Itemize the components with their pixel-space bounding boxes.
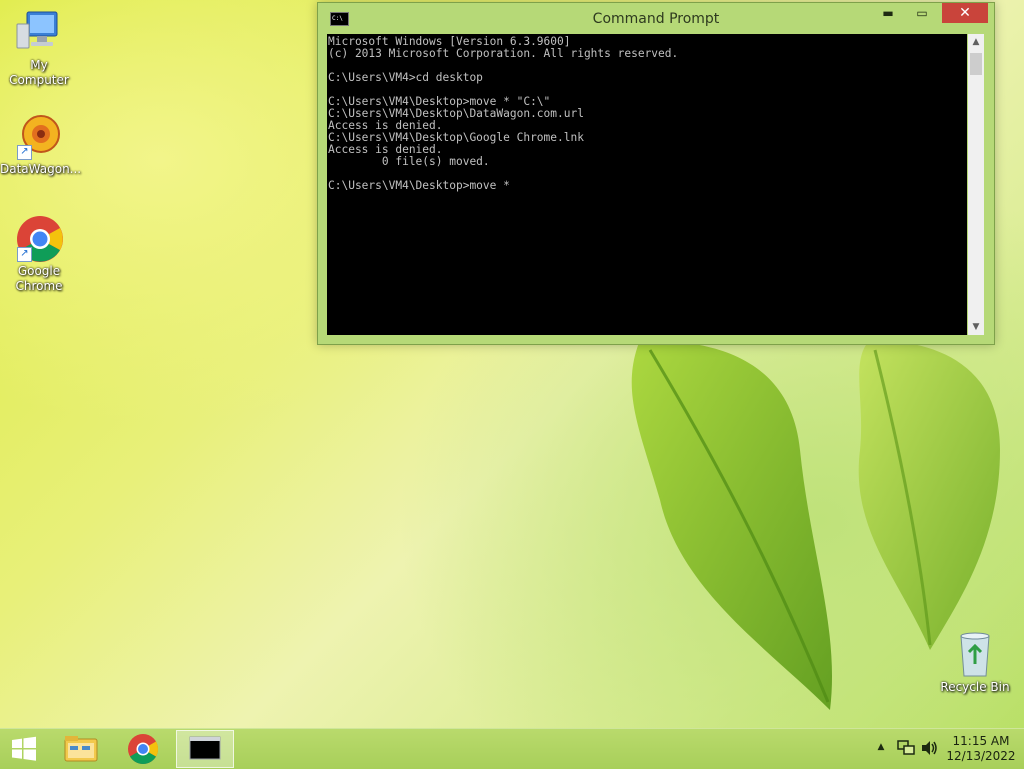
chrome-icon [128, 734, 159, 765]
scrollbar-thumb[interactable] [970, 53, 982, 75]
windows-logo-icon [12, 736, 36, 761]
computer-icon [15, 8, 63, 56]
minimize-button[interactable]: ▬ [874, 3, 902, 23]
datawagon-icon: ↗ [15, 112, 63, 160]
recycle-bin-icon [951, 630, 999, 678]
scroll-down-icon[interactable]: ▼ [968, 319, 984, 335]
network-icon[interactable] [897, 740, 915, 756]
desktop-background: My Computer ↗ DataWagon... ↗ Google Chro… [0, 0, 1024, 728]
scroll-up-icon[interactable]: ▲ [968, 34, 984, 50]
chrome-icon: ↗ [15, 214, 63, 262]
command-prompt-window[interactable]: C:\ Command Prompt ▬ ▭ ✕ Microsoft Windo… [317, 2, 995, 345]
close-button[interactable]: ✕ [942, 3, 988, 23]
tray-expand-icon[interactable]: ▲ [874, 740, 888, 754]
taskbar-file-explorer[interactable] [52, 730, 110, 768]
window-titlebar[interactable]: C:\ Command Prompt ▬ ▭ ✕ [318, 3, 994, 33]
console-output[interactable]: Microsoft Windows [Version 6.3.9600] (c)… [327, 34, 967, 335]
system-clock[interactable]: 11:15 AM 12/13/2022 [946, 734, 1016, 764]
volume-icon[interactable] [920, 740, 938, 756]
desktop-icon-label: DataWagon... [0, 162, 82, 176]
vertical-scrollbar[interactable]: ▲ ▼ [968, 34, 984, 335]
desktop-icon-label: My Computer [9, 58, 69, 87]
desktop-icon-recycle-bin[interactable]: Recycle Bin [936, 630, 1014, 695]
shortcut-arrow-icon: ↗ [17, 145, 32, 160]
taskbar-command-prompt[interactable] [176, 730, 234, 768]
taskbar-google-chrome[interactable] [114, 730, 172, 768]
desktop-icon-my-computer[interactable]: My Computer [0, 8, 78, 88]
folder-icon [64, 736, 98, 762]
desktop-icon-datawagon[interactable]: ↗ DataWagon... [0, 112, 82, 177]
desktop-icon-google-chrome[interactable]: ↗ Google Chrome [0, 214, 78, 294]
console-text: Microsoft Windows [Version 6.3.9600] (c)… [328, 35, 679, 192]
clock-date: 12/13/2022 [946, 749, 1016, 763]
shortcut-arrow-icon: ↗ [17, 247, 32, 262]
desktop-icon-label: Recycle Bin [940, 680, 1010, 694]
maximize-button[interactable]: ▭ [908, 3, 936, 23]
start-button[interactable] [8, 736, 40, 762]
cmd-icon [189, 736, 221, 760]
clock-time: 11:15 AM [952, 734, 1010, 748]
taskbar: ▲ 11:15 AM 12/13/2022 [0, 728, 1024, 769]
desktop-icon-label: Google Chrome [15, 264, 63, 293]
